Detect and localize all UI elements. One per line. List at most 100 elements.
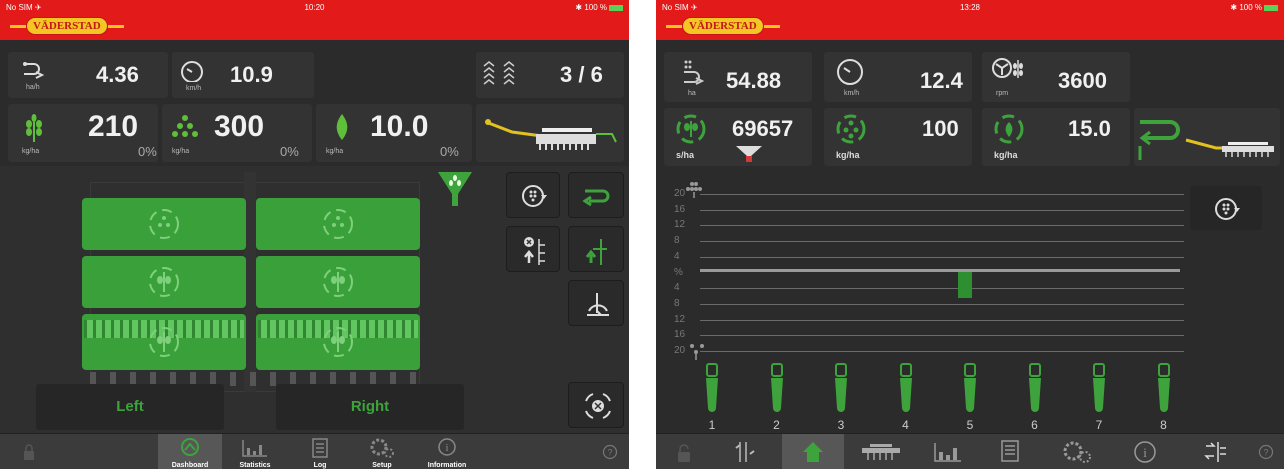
tab-help[interactable]: ? [596, 434, 624, 469]
tab-statistics[interactable]: Statistics [224, 434, 286, 469]
fan-unit: rpm [996, 90, 1009, 97]
drill-icon [862, 444, 900, 460]
tab-setup[interactable]: Setup [352, 434, 412, 469]
drill-status-tile[interactable] [476, 104, 624, 162]
right-side-button[interactable]: Right [276, 384, 464, 430]
tab-log[interactable]: Log [290, 434, 350, 469]
grid-line [700, 335, 1184, 337]
microgranule-rate-tile[interactable]: kg/ha 15.0 [982, 108, 1130, 166]
area-rate-unit: ha/h [26, 84, 40, 91]
log-icon [312, 438, 328, 458]
grid-line [700, 209, 1184, 211]
section-left-1[interactable] [82, 198, 246, 250]
speed-tile[interactable]: km/h 12.4 [824, 52, 972, 102]
area-rate-tile[interactable]: ha/h 4.36 [8, 52, 168, 98]
area-tile[interactable]: ha 54.88 [664, 52, 812, 102]
seed-sensor-icon[interactable] [704, 362, 720, 416]
tab-information[interactable]: i [1114, 434, 1176, 469]
battery-icon [609, 4, 623, 11]
tab-lock[interactable] [656, 434, 712, 469]
marker-off-button[interactable] [506, 226, 560, 272]
hopper-icon[interactable] [436, 170, 474, 210]
tab-lock[interactable] [14, 434, 44, 469]
pre-emergence-button[interactable] [568, 280, 624, 326]
calibration-button[interactable] [1190, 186, 1262, 230]
tab-seed-sensor[interactable] [716, 434, 772, 469]
seed-monitor-screen: No SIM ✈ 13:28 ✱ 100 % VÄDERSTAD ha 54.8… [656, 0, 1284, 469]
seed-section-icon [323, 327, 353, 357]
seed-deviation: 0% [138, 144, 157, 159]
vaderstad-logo: VÄDERSTAD [666, 17, 780, 35]
tab-home[interactable] [782, 434, 844, 469]
area-rate-icon [684, 60, 705, 85]
seed-sensor-icon[interactable] [898, 362, 914, 416]
tab-statistics[interactable] [918, 434, 978, 469]
fertilizer-rate-tile[interactable]: kg/ha 100 [824, 108, 972, 166]
speed-tile[interactable]: km/h 10.9 [172, 52, 314, 98]
fertilizer-unit: kg/ha [172, 148, 190, 155]
seed-sensor-icon[interactable] [1091, 362, 1107, 416]
tab-information[interactable]: i Information [414, 434, 480, 469]
scale-label: 12 [674, 219, 686, 231]
tab-calibration[interactable] [1186, 434, 1244, 469]
microgranule-rate-unit: kg/ha [994, 150, 1018, 160]
drill-status-tile[interactable] [1134, 108, 1280, 166]
seed-sensor-icon[interactable] [1027, 362, 1043, 416]
section-left-3[interactable] [82, 314, 246, 370]
scale-label: 4 [674, 282, 680, 294]
seed-sensor-icon[interactable] [962, 362, 978, 416]
row-count-value: 3 / 6 [560, 62, 603, 87]
row-count-icon [483, 61, 515, 85]
halfwidth-button[interactable] [568, 382, 624, 428]
tab-drill[interactable] [850, 434, 912, 469]
seed-sensor-icon[interactable] [833, 362, 849, 416]
speedometer-icon [181, 61, 203, 82]
tab-setup[interactable] [1046, 434, 1108, 469]
section-right-2[interactable] [256, 256, 420, 308]
row-count-tile[interactable]: 3 / 6 [476, 52, 624, 98]
scale-label: 8 [674, 235, 680, 247]
battery-indicator: ✱ 100 % [575, 3, 623, 12]
sensor-deviation-bar [958, 272, 972, 298]
section-off-icon [585, 393, 611, 419]
dashboard-icon [181, 438, 199, 456]
calibration-button[interactable] [506, 172, 560, 218]
section-right-1[interactable] [256, 198, 420, 250]
seed-section-icon [149, 327, 179, 357]
microgranule-tile[interactable]: kg/ha 10.0 0% [316, 104, 472, 162]
microgranule-unit: kg/ha [326, 148, 344, 155]
sensor-number: 8 [1160, 418, 1167, 432]
home-icon [803, 442, 823, 462]
left-side-button[interactable]: Left [36, 384, 224, 430]
seed-tile[interactable]: kg/ha 210 0% [8, 104, 158, 162]
tab-dashboard[interactable]: Dashboard [158, 434, 222, 469]
scale-label: 16 [674, 203, 686, 215]
scale-label: 20 [674, 345, 686, 356]
grid-line [700, 194, 1184, 195]
fertilizer-section-icon [323, 209, 353, 239]
lock-icon [678, 444, 690, 462]
seed-sensor-icon[interactable] [1156, 362, 1172, 416]
section-map: Left Right [0, 166, 629, 436]
fan-tile[interactable]: rpm 3600 [982, 52, 1130, 102]
tab-log[interactable] [982, 434, 1038, 469]
seed-rate-tile[interactable]: s/ha 69657 [664, 108, 812, 166]
svg-text:i: i [1143, 445, 1147, 460]
microgranule-value: 10.0 [370, 110, 429, 143]
tab-bar: Dashboard Statistics Log Setup i Informa… [0, 433, 629, 469]
section-left-2[interactable] [82, 256, 246, 308]
tramline-button[interactable] [568, 172, 624, 218]
marker-up-button[interactable] [568, 226, 624, 272]
seed-sensor-icon[interactable] [769, 362, 785, 416]
microgranule-rate-value: 15.0 [1068, 116, 1111, 141]
grid-line [700, 288, 1184, 290]
fertilizer-tile[interactable]: kg/ha 300 0% [162, 104, 312, 162]
section-right-3[interactable] [256, 314, 420, 370]
drill-icon [1138, 120, 1274, 160]
grid-line [700, 256, 1184, 258]
statistics-icon [934, 443, 961, 462]
grid-line [700, 225, 1184, 227]
zero-line [700, 269, 1180, 272]
seed-rate-icon [676, 114, 706, 144]
tab-help[interactable]: ? [1252, 434, 1280, 469]
